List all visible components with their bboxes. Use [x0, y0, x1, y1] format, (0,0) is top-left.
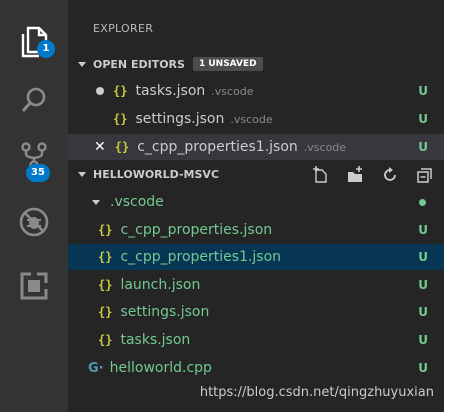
open-editor-name: c_cpp_properties1.json [137, 139, 298, 155]
open-editor-dir: .vscode [211, 84, 254, 98]
untracked-status: U [418, 112, 428, 126]
extensions-activity-button[interactable] [0, 258, 68, 314]
open-editors-header[interactable]: OPEN EDITORS 1 UNSAVED [68, 52, 444, 76]
file-name: helloworld.cpp [109, 360, 212, 376]
expanded-caret-icon [78, 61, 86, 67]
new-folder-icon[interactable] [346, 166, 364, 184]
untracked-status: U [418, 250, 428, 264]
folder-expanded-caret-icon [92, 199, 100, 205]
explorer-sidebar: EXPLORER OPEN EDITORS 1 UNSAVED {} tasks… [68, 0, 444, 412]
file-launch[interactable]: {} launch.json U [68, 272, 444, 298]
collapse-all-icon[interactable] [416, 166, 434, 184]
open-editor-name: tasks.json [135, 83, 206, 99]
file-name: tasks.json [120, 332, 191, 348]
file-helloworld-cpp[interactable]: G· helloworld.cpp U [68, 355, 444, 381]
untracked-status: U [418, 361, 428, 375]
open-editors-title: OPEN EDITORS [93, 57, 185, 71]
open-editor-item-c-cpp-properties1[interactable]: ✕ {} c_cpp_properties1.json .vscode U [68, 134, 444, 160]
untracked-status: U [418, 278, 428, 292]
close-editor-icon[interactable]: ✕ [94, 139, 106, 155]
untracked-status: U [418, 305, 428, 319]
refresh-icon[interactable] [381, 166, 399, 184]
untracked-status: U [418, 223, 428, 237]
source-control-badge: 35 [26, 164, 50, 182]
json-file-icon: {} [98, 250, 113, 264]
workspace-title: HELLOWORLD-MSVC [93, 167, 220, 181]
untracked-status: U [418, 84, 428, 98]
open-editor-name: settings.json [135, 111, 225, 127]
vscode-window: 1 35 EXPLORER OPEN EDITORS 1 UNSAVED {} … [0, 0, 444, 412]
debug-no-bug-icon [19, 207, 49, 237]
unsaved-count-badge: 1 UNSAVED [192, 57, 263, 71]
untracked-status: U [418, 333, 428, 347]
explorer-title: EXPLORER [93, 22, 154, 35]
file-settings[interactable]: {} settings.json U [68, 299, 444, 325]
folder-name: .vscode [110, 194, 164, 210]
open-editor-item-settings[interactable]: {} settings.json .vscode U [68, 106, 444, 132]
file-name: c_cpp_properties1.json [120, 249, 282, 265]
cpp-file-icon: G· [88, 360, 104, 376]
modified-dot-icon [419, 198, 426, 206]
json-file-icon: {} [113, 84, 128, 98]
file-c-cpp-properties1[interactable]: {} c_cpp_properties1.json U [68, 244, 444, 270]
explorer-badge: 1 [37, 40, 55, 58]
untracked-status: U [418, 140, 428, 154]
json-file-icon: {} [114, 140, 130, 154]
json-file-icon: {} [98, 278, 113, 292]
extensions-icon [20, 272, 48, 300]
debug-activity-button[interactable] [0, 194, 68, 250]
search-activity-button[interactable] [0, 72, 68, 128]
json-file-icon: {} [98, 223, 113, 237]
open-editor-dir: .vscode [230, 112, 273, 126]
file-name: settings.json [120, 304, 210, 320]
file-tasks[interactable]: {} tasks.json U [68, 327, 444, 353]
file-name: c_cpp_properties.json [120, 222, 273, 238]
file-name: launch.json [120, 277, 201, 293]
json-file-icon: {} [113, 112, 128, 126]
activity-bar: 1 35 [0, 0, 68, 412]
expanded-caret-icon [78, 171, 86, 177]
explorer-activity-button[interactable]: 1 [0, 14, 68, 70]
source-control-activity-button[interactable]: 35 [0, 128, 68, 184]
watermark-url: https://blog.csdn.net/qingzhuyuxian [199, 385, 434, 400]
new-file-icon[interactable] [312, 166, 330, 184]
folder-vscode[interactable]: .vscode [68, 189, 444, 215]
unsaved-dot-icon [96, 87, 104, 95]
json-file-icon: {} [98, 305, 113, 319]
open-editor-dir: .vscode [303, 140, 347, 154]
file-c-cpp-properties[interactable]: {} c_cpp_properties.json U [68, 217, 444, 243]
search-icon [21, 87, 46, 112]
open-editor-item-tasks[interactable]: {} tasks.json .vscode U [68, 78, 444, 104]
json-file-icon: {} [98, 333, 113, 347]
